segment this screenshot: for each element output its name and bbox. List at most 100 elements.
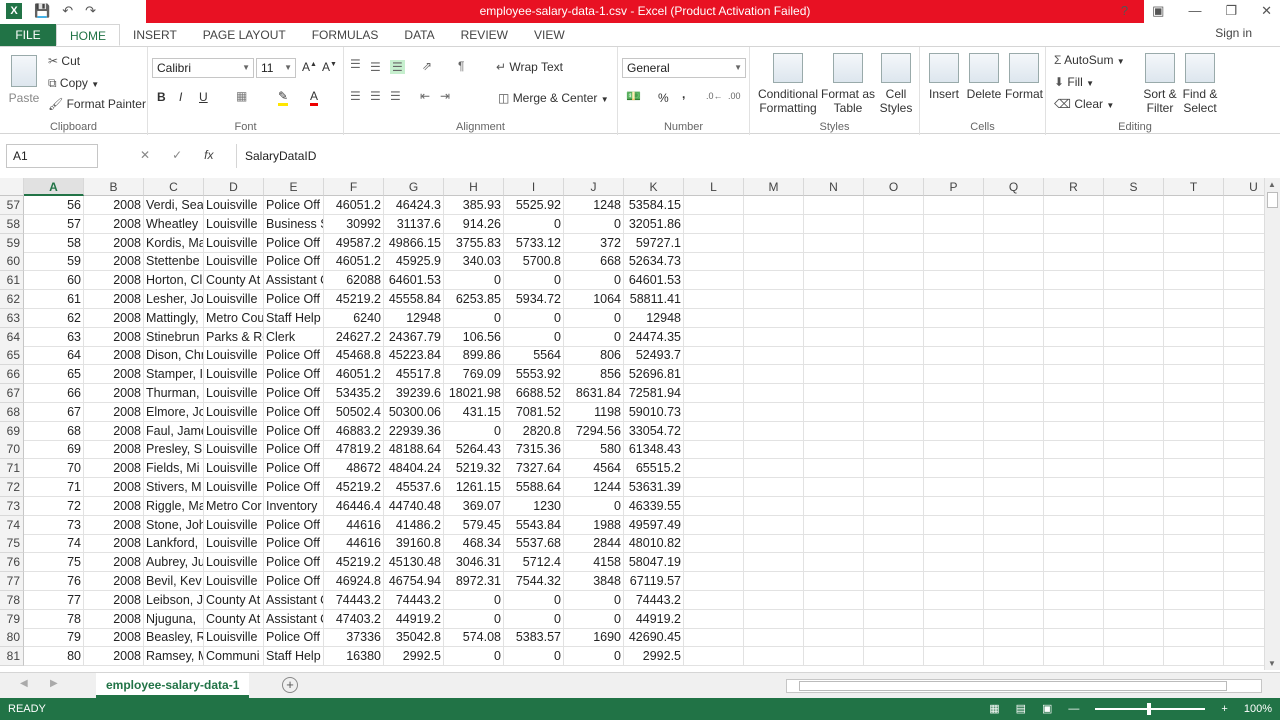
cell[interactable]: 2008: [84, 628, 144, 648]
cell[interactable]: 6240: [324, 308, 384, 328]
cell[interactable]: Stamper, I: [144, 365, 204, 385]
cell[interactable]: [864, 628, 924, 648]
align-center-icon[interactable]: ☰: [370, 89, 381, 103]
cell[interactable]: County At: [204, 271, 264, 291]
cell[interactable]: [684, 308, 744, 328]
cell[interactable]: [744, 515, 804, 535]
cell[interactable]: [744, 496, 804, 516]
cell[interactable]: 0: [444, 421, 504, 441]
cell[interactable]: Louisville: [204, 515, 264, 535]
cell[interactable]: 2008: [84, 365, 144, 385]
cell[interactable]: [804, 572, 864, 591]
cell[interactable]: 0: [444, 590, 504, 610]
cell[interactable]: 31137.6: [384, 214, 444, 234]
column-header-m[interactable]: M: [744, 178, 804, 196]
cell[interactable]: [744, 384, 804, 403]
cell[interactable]: [1104, 233, 1164, 253]
cell[interactable]: Police Off: [264, 290, 324, 309]
horizontal-scrollbar[interactable]: [786, 679, 1262, 693]
cell[interactable]: Faul, Jame: [144, 421, 204, 441]
cell[interactable]: [1224, 252, 1264, 272]
cell[interactable]: [684, 496, 744, 516]
horizontal-scroll-thumb[interactable]: [799, 681, 1227, 691]
cell[interactable]: 12948: [624, 308, 684, 328]
cell[interactable]: [684, 384, 744, 403]
bottom-align-icon[interactable]: ☰: [390, 60, 405, 74]
cell[interactable]: [744, 421, 804, 441]
cell[interactable]: [1224, 290, 1264, 309]
cell[interactable]: [1164, 628, 1224, 648]
middle-align-icon[interactable]: ☰: [370, 60, 381, 74]
row-header[interactable]: 65: [0, 346, 24, 366]
cell[interactable]: [984, 590, 1044, 610]
cell[interactable]: Assistant C: [264, 590, 324, 610]
cell[interactable]: [1164, 271, 1224, 291]
cell[interactable]: 0: [444, 271, 504, 291]
cell[interactable]: [984, 515, 1044, 535]
cell[interactable]: [684, 459, 744, 479]
cell[interactable]: [924, 590, 984, 610]
cell[interactable]: 0: [564, 590, 624, 610]
cell[interactable]: [1104, 440, 1164, 460]
cell[interactable]: 59727.1: [624, 233, 684, 253]
cell[interactable]: 50300.06: [384, 402, 444, 422]
cell[interactable]: 5733.12: [504, 233, 564, 253]
cell[interactable]: [924, 647, 984, 667]
cell[interactable]: 2008: [84, 346, 144, 366]
cell[interactable]: [984, 196, 1044, 215]
cell[interactable]: Fields, Mi: [144, 459, 204, 479]
cell[interactable]: Louisville: [204, 572, 264, 591]
cell[interactable]: 7294.56: [564, 421, 624, 441]
cell[interactable]: 2008: [84, 459, 144, 479]
cell[interactable]: [684, 365, 744, 385]
cell[interactable]: 2008: [84, 534, 144, 554]
cell[interactable]: 3755.83: [444, 233, 504, 253]
cell[interactable]: 5700.8: [504, 252, 564, 272]
cell[interactable]: [924, 233, 984, 253]
cell[interactable]: 44919.2: [624, 609, 684, 629]
page-break-view-icon[interactable]: ▣: [1042, 698, 1052, 720]
cell[interactable]: Louisville: [204, 214, 264, 234]
column-header-s[interactable]: S: [1104, 178, 1164, 196]
increase-decimal-icon[interactable]: .0←: [706, 91, 723, 101]
cell[interactable]: 47403.2: [324, 609, 384, 629]
cell[interactable]: [864, 515, 924, 535]
cell[interactable]: Mattingly,: [144, 308, 204, 328]
cell[interactable]: [984, 308, 1044, 328]
cell[interactable]: Louisville: [204, 402, 264, 422]
comma-button[interactable]: ,: [682, 87, 685, 101]
cell[interactable]: [1104, 459, 1164, 479]
cell[interactable]: [984, 421, 1044, 441]
cell[interactable]: 45468.8: [324, 346, 384, 366]
cell[interactable]: [744, 534, 804, 554]
cell[interactable]: 7327.64: [504, 459, 564, 479]
cell[interactable]: 7315.36: [504, 440, 564, 460]
cell[interactable]: [1104, 308, 1164, 328]
cell[interactable]: 46051.2: [324, 252, 384, 272]
cell[interactable]: 5525.92: [504, 196, 564, 215]
cell[interactable]: [1224, 459, 1264, 479]
cell[interactable]: [804, 384, 864, 403]
cell[interactable]: 2008: [84, 515, 144, 535]
cell[interactable]: County At: [204, 609, 264, 629]
cell[interactable]: 2008: [84, 402, 144, 422]
cell[interactable]: 71: [24, 478, 84, 497]
vertical-scroll-thumb[interactable]: [1267, 192, 1278, 208]
row-header[interactable]: 61: [0, 271, 24, 291]
cell[interactable]: Staff Help: [264, 308, 324, 328]
cell[interactable]: [864, 271, 924, 291]
redo-icon[interactable]: ↷: [85, 3, 96, 19]
page-layout-view-icon[interactable]: ▤: [1016, 698, 1026, 720]
cell[interactable]: 574.08: [444, 628, 504, 648]
cell[interactable]: [1164, 252, 1224, 272]
cell[interactable]: [1104, 478, 1164, 497]
cell[interactable]: 2008: [84, 440, 144, 460]
cell[interactable]: [864, 647, 924, 667]
cell[interactable]: Horton, Cl: [144, 271, 204, 291]
cell[interactable]: Police Off: [264, 421, 324, 441]
cell[interactable]: [684, 196, 744, 215]
cell[interactable]: 1230: [504, 496, 564, 516]
font-family-select[interactable]: Calibri ▼: [152, 58, 254, 78]
cell[interactable]: [924, 459, 984, 479]
cell[interactable]: [1104, 214, 1164, 234]
